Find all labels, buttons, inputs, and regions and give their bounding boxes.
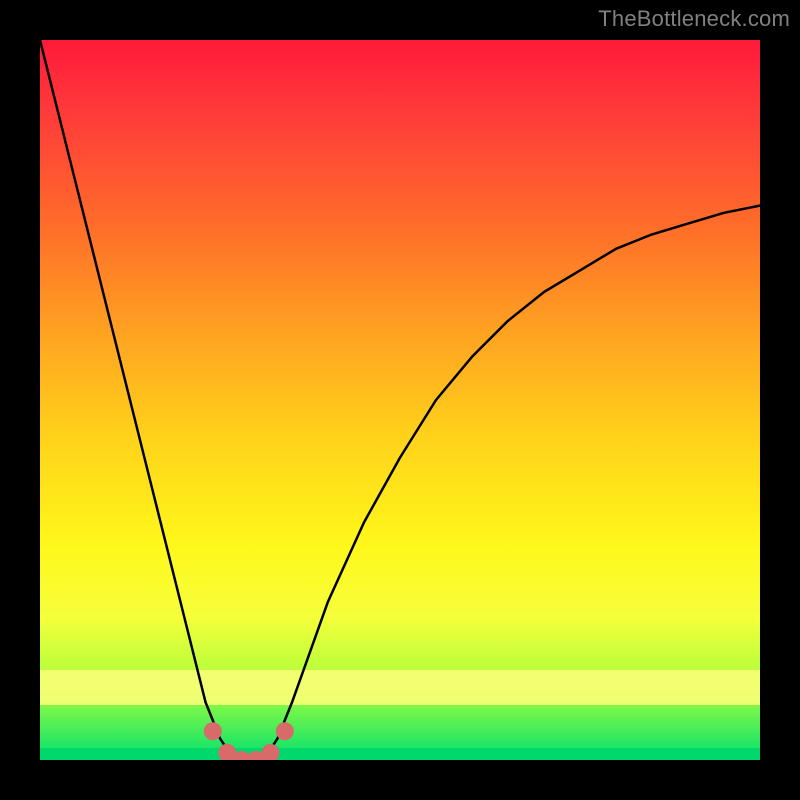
- bottleneck-curve: [40, 40, 760, 760]
- curve-marker: [261, 744, 279, 760]
- attribution-text: TheBottleneck.com: [598, 6, 790, 32]
- curve-line: [40, 40, 760, 760]
- curve-markers: [204, 722, 294, 760]
- chart-frame: TheBottleneck.com: [0, 0, 800, 800]
- curve-marker: [204, 722, 222, 740]
- plot-area: [40, 40, 760, 760]
- curve-marker: [276, 722, 294, 740]
